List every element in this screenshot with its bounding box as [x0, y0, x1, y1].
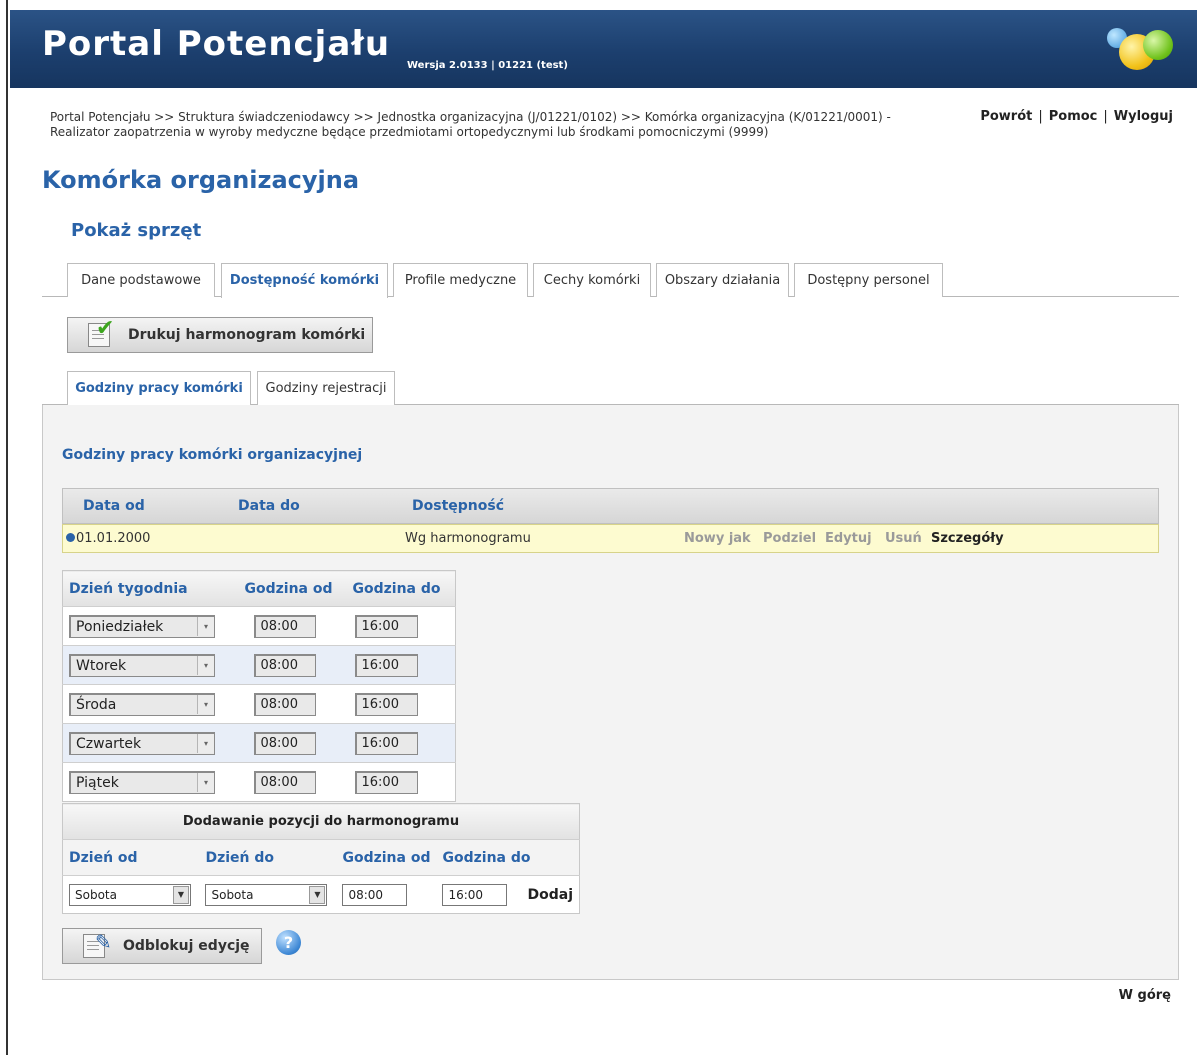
- main-tabs: Dane podstawowe Dostępność komórki Profi…: [42, 263, 1179, 298]
- show-equipment-link[interactable]: Pokaż sprzęt: [71, 220, 201, 241]
- hour-to-input[interactable]: 16:00: [354, 731, 418, 755]
- pencil-icon: ✎: [95, 930, 112, 954]
- hour-from-input[interactable]: 08:00: [253, 731, 316, 755]
- hour-from-input[interactable]: 08:00: [253, 770, 316, 794]
- hour-to-input[interactable]: 16:00: [354, 653, 418, 677]
- delete-link[interactable]: Usuń: [885, 531, 922, 546]
- unlock-edit-button[interactable]: ✎ Odblokuj edycję: [62, 928, 262, 964]
- header-date-to: Data do: [238, 498, 300, 514]
- label-day-from: Dzień od: [62, 839, 200, 876]
- sub-tabs: Godziny pracy komórki Godziny rejestracj…: [42, 371, 1179, 406]
- day-select[interactable]: Poniedziałek ▾: [69, 614, 215, 638]
- day-select[interactable]: Czwartek ▾: [69, 731, 215, 755]
- header-date-from: Data od: [83, 498, 145, 514]
- section-title: Godziny pracy komórki organizacyjnej: [62, 447, 363, 463]
- left-border: [0, 0, 8, 1055]
- tab-available-staff[interactable]: Dostępny personel: [794, 263, 943, 297]
- table-row: Piątek ▾ 08:00 16:00: [62, 762, 456, 802]
- help-link[interactable]: Pomoc: [1049, 109, 1098, 124]
- separator: |: [1038, 109, 1043, 124]
- subtab-working-hours[interactable]: Godziny pracy komórki: [67, 371, 251, 406]
- label-hour-to: Godzina do: [436, 839, 580, 876]
- day-from-select[interactable]: Sobota ▼: [69, 883, 191, 906]
- print-schedule-button[interactable]: ✔ Drukuj harmonogram komórki: [67, 316, 373, 353]
- back-link[interactable]: Powrót: [980, 109, 1032, 124]
- label-hour-from: Godzina od: [336, 839, 437, 876]
- hour-to-input[interactable]: 16:00: [354, 770, 418, 794]
- table-row: Wtorek ▾ 08:00 16:00: [62, 645, 456, 685]
- chevron-down-icon: ▾: [197, 616, 214, 636]
- checkmark-icon: ✔: [96, 316, 115, 341]
- row-availability: Wg harmonogramu: [405, 531, 531, 546]
- list-item[interactable]: 01.01.2000 Wg harmonogramu Nowy jak Podz…: [62, 524, 1159, 553]
- label-day-to: Dzień do: [199, 839, 337, 876]
- chevron-down-icon: ▾: [197, 694, 214, 714]
- page-title: Komórka organizacyjna: [42, 166, 360, 194]
- header-day: Dzień tygodnia: [62, 570, 239, 607]
- breadcrumb[interactable]: Portal Potencjału >> Struktura świadczen…: [50, 110, 950, 140]
- app-header: Portal Potencjału Wersja 2.0133 | 01221 …: [10, 10, 1197, 88]
- add-button[interactable]: Dodaj: [521, 875, 580, 914]
- chevron-down-icon: ▾: [197, 655, 214, 675]
- add-hour-from-input[interactable]: 08:00: [342, 883, 408, 906]
- day-select[interactable]: Piątek ▾: [69, 770, 215, 794]
- tab-cell-features[interactable]: Cechy komórki: [533, 263, 651, 297]
- chevron-down-icon: ▾: [197, 733, 214, 753]
- top-links: Powrót | Pomoc | Wyloguj: [980, 109, 1173, 124]
- hour-from-input[interactable]: 08:00: [253, 653, 316, 677]
- header-availability: Dostępność: [412, 498, 504, 514]
- weekly-schedule-table: Dzień tygodnia Godzina od Godzina do Pon…: [62, 570, 456, 802]
- day-select[interactable]: Wtorek ▾: [69, 653, 215, 677]
- table-row: Czwartek ▾ 08:00 16:00: [62, 723, 456, 763]
- header-hour-to: Godzina do: [346, 570, 456, 607]
- help-icon[interactable]: ?: [276, 930, 301, 955]
- row-bullet-icon: [66, 533, 75, 542]
- add-hour-to-input[interactable]: 16:00: [442, 883, 508, 906]
- details-link[interactable]: Szczegóły: [931, 531, 1004, 546]
- hour-to-input[interactable]: 16:00: [354, 692, 418, 716]
- unlock-edit-label: Odblokuj edycję: [123, 938, 250, 954]
- list-header: Data od Data do Dostępność: [62, 488, 1159, 524]
- print-schedule-label: Drukuj harmonogram komórki: [128, 327, 366, 343]
- day-to-select[interactable]: Sobota ▼: [205, 883, 328, 906]
- add-entry-table: Dodawanie pozycji do harmonogramu Dzień …: [62, 803, 580, 914]
- tab-medical-profiles[interactable]: Profile medyczne: [393, 263, 528, 297]
- hour-from-input[interactable]: 08:00: [253, 614, 316, 638]
- tab-availability[interactable]: Dostępność komórki: [221, 263, 388, 298]
- chevron-down-icon: ▾: [197, 772, 214, 792]
- logo-bubbles-icon: [1107, 20, 1177, 80]
- logout-link[interactable]: Wyloguj: [1114, 109, 1173, 124]
- hour-from-input[interactable]: 08:00: [253, 692, 316, 716]
- tab-basic-data[interactable]: Dane podstawowe: [67, 263, 215, 297]
- tab-action-areas[interactable]: Obszary działania: [656, 263, 789, 297]
- table-row: Środa ▾ 08:00 16:00: [62, 684, 456, 724]
- back-to-top-link[interactable]: W górę: [1119, 988, 1171, 1003]
- app-version: Wersja 2.0133 | 01221 (test): [407, 60, 568, 71]
- add-entry-caption: Dodawanie pozycji do harmonogramu: [62, 803, 580, 840]
- split-link[interactable]: Podziel: [763, 531, 816, 546]
- edit-link[interactable]: Edytuj: [825, 531, 872, 546]
- table-row: Poniedziałek ▾ 08:00 16:00: [62, 606, 456, 646]
- separator: |: [1103, 109, 1108, 124]
- chevron-down-icon: ▼: [309, 885, 326, 904]
- row-date-from: 01.01.2000: [66, 531, 150, 546]
- subtab-registration-hours[interactable]: Godziny rejestracji: [257, 371, 395, 405]
- new-like-link[interactable]: Nowy jak: [684, 531, 751, 546]
- day-select[interactable]: Środa ▾: [69, 692, 215, 716]
- chevron-down-icon: ▼: [173, 885, 189, 904]
- hour-to-input[interactable]: 16:00: [354, 614, 418, 638]
- header-hour-from: Godzina od: [238, 570, 347, 607]
- app-title: Portal Potencjału: [42, 24, 391, 64]
